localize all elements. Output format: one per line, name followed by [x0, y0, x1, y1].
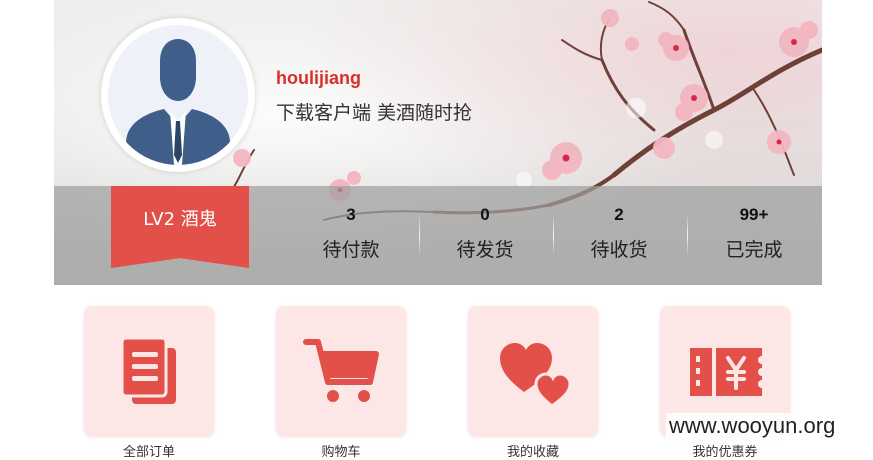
stat-completed[interactable]: 99+ 已完成 — [687, 186, 821, 285]
stat-count: 3 — [346, 205, 356, 224]
stat-pending-receipt[interactable]: 2 待收货 — [552, 186, 686, 285]
shopping-cart-icon — [303, 339, 379, 402]
shortcut-label: 我的收藏 — [506, 445, 559, 460]
all-orders-button[interactable] — [84, 306, 214, 436]
shortcut-label: 全部订单 — [122, 445, 175, 460]
avatar[interactable] — [108, 25, 248, 165]
username[interactable]: houlijiang — [276, 68, 361, 89]
stat-label: 已完成 — [725, 239, 783, 261]
stat-count: 0 — [480, 205, 490, 224]
stat-label: 待付款 — [322, 239, 380, 261]
hearts-icon — [500, 343, 572, 408]
watermark: www.wooyun.org — [666, 413, 839, 439]
stat-label: 待收货 — [590, 239, 648, 261]
profile-banner: houlijiang 下载客户端 美酒随时抢 LV2 酒鬼 3 待付款 0 待发… — [54, 0, 822, 285]
my-favorites-button[interactable] — [468, 306, 598, 436]
stat-count: 99+ — [739, 205, 769, 224]
stat-label: 待发货 — [456, 239, 514, 261]
avatar-frame[interactable] — [101, 18, 255, 172]
orders-document-icon — [120, 336, 176, 404]
stat-count: 2 — [614, 205, 624, 224]
stat-pending-payment[interactable]: 3 待付款 — [284, 186, 418, 285]
shortcut-label: 购物车 — [321, 445, 361, 460]
member-level-label: LV2 酒鬼 — [143, 209, 217, 230]
default-user-silhouette-icon — [108, 25, 248, 165]
shortcut-label: 我的优惠券 — [692, 445, 758, 460]
download-app-slogan[interactable]: 下载客户端 美酒随时抢 — [276, 98, 472, 125]
stat-pending-shipment[interactable]: 0 待发货 — [418, 186, 552, 285]
shopping-cart-button[interactable] — [276, 306, 406, 436]
member-level-badge: LV2 酒鬼 — [111, 186, 249, 268]
